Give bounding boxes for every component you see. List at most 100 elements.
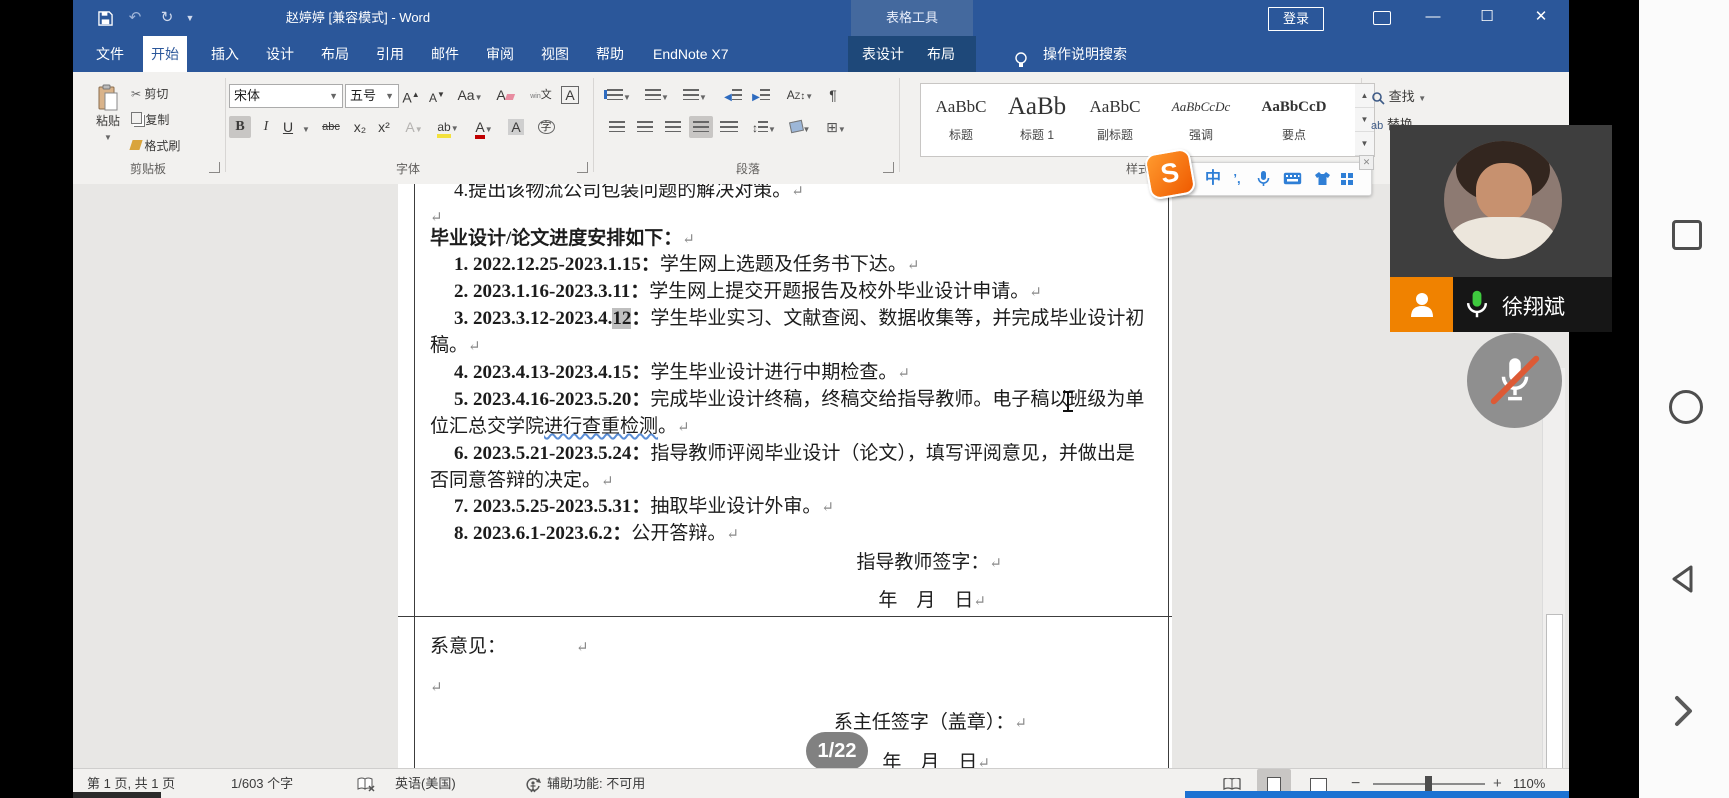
style-item-title[interactable]: AaBbC 标题 <box>929 88 993 150</box>
paragraph-dialog-launcher[interactable] <box>883 162 894 173</box>
tab-mailings[interactable]: 邮件 <box>423 36 467 72</box>
text-cursor-ibeam <box>1062 390 1074 414</box>
proofing-icon[interactable] <box>357 769 375 798</box>
style-item-heading1[interactable]: AaBb 标题 1 <box>999 88 1075 150</box>
ime-toolbox-grid-icon[interactable] <box>1341 173 1346 178</box>
clipboard-dialog-launcher[interactable] <box>209 162 220 173</box>
phonetic-guide-button[interactable]: win文 <box>529 84 553 106</box>
bold-button[interactable]: B <box>229 116 251 138</box>
tab-help[interactable]: 帮助 <box>588 36 632 72</box>
tab-table-design[interactable]: 表设计 <box>854 36 912 72</box>
tab-table-layout[interactable]: 布局 <box>919 36 963 72</box>
tab-design[interactable]: 设计 <box>258 36 302 72</box>
doc-line-4: 4. 2023.4.13-2023.4.15：学生毕业设计进行中期检查。↵ <box>454 362 910 383</box>
tab-review[interactable]: 审阅 <box>478 36 522 72</box>
nav-recents-icon[interactable] <box>1672 220 1702 250</box>
vertical-scrollbar[interactable] <box>1542 368 1565 768</box>
subscript-button[interactable]: x₂ <box>349 116 371 138</box>
participant-name: 徐翔斌 <box>1502 296 1565 319</box>
superscript-button[interactable]: x² <box>373 116 395 138</box>
login-button[interactable]: 登录 <box>1268 7 1324 31</box>
tab-references[interactable]: 引用 <box>368 36 412 72</box>
line-spacing-button[interactable]: ↕ ▼ <box>749 116 779 138</box>
document-page[interactable]: 4.提出该物流公司包装问题的解决对策。↵ ↵ 毕业设计/论文进度安排如下：↵ 1… <box>398 184 1172 768</box>
text-effects-button[interactable]: A▼ <box>403 116 425 138</box>
save-icon[interactable] <box>93 0 117 36</box>
mic-icon[interactable] <box>1251 163 1275 195</box>
borders-button[interactable]: ⊞▼ <box>821 116 851 138</box>
enclose-characters-button[interactable]: 字 <box>533 116 559 138</box>
sogou-logo-icon[interactable]: S <box>1143 147 1197 201</box>
ime-toolbar[interactable]: S 中 ’, ✕ <box>1143 147 1374 201</box>
ime-collapse-icon[interactable]: ✕ <box>1359 155 1374 170</box>
gallery-expand-icon[interactable]: ▼ <box>1355 132 1374 156</box>
change-case-button[interactable]: Aa▼ <box>455 84 485 106</box>
maximize-button[interactable]: ☐ <box>1467 0 1507 36</box>
align-left-button[interactable] <box>605 116 629 138</box>
shading-button[interactable]: ▼ <box>785 116 815 138</box>
undo-icon[interactable]: ↶ <box>121 0 149 36</box>
underline-caret-icon[interactable]: ▼ <box>299 116 313 138</box>
zoom-slider-thumb[interactable] <box>1425 776 1432 792</box>
decrease-indent-button[interactable]: ◀ <box>721 84 745 106</box>
italic-button[interactable]: I <box>257 116 275 138</box>
show-marks-button[interactable]: ¶ <box>823 84 843 106</box>
skin-shirt-icon[interactable] <box>1309 163 1335 195</box>
tab-view[interactable]: 视图 <box>533 36 577 72</box>
style-item-keypoint[interactable]: AaBbCcD 要点 <box>1251 88 1337 150</box>
scrollbar-thumb[interactable] <box>1546 614 1563 768</box>
tab-layout[interactable]: 布局 <box>313 36 357 72</box>
align-center-button[interactable] <box>633 116 657 138</box>
character-border-button[interactable]: A <box>559 84 581 106</box>
find-button[interactable]: 查找 ▼ <box>1371 86 1426 105</box>
video-call-panel[interactable]: 徐翔斌 <box>1390 125 1612 332</box>
style-item-subtitle[interactable]: AaBbC 副标题 <box>1081 88 1149 150</box>
font-color-button[interactable]: A▼ <box>471 116 497 139</box>
font-size-combo[interactable]: 五号 ▼ <box>345 84 399 108</box>
accessibility-status[interactable]: 辅助功能: 不可用 <box>547 769 645 798</box>
word-window: ↶ ↻ ▼ 赵婷婷 [兼容模式] - Word 表格工具 登录 — ☐ ✕ 文件… <box>73 0 1569 798</box>
language-status[interactable]: 英语(美国) <box>395 769 456 798</box>
keyboard-icon[interactable] <box>1279 163 1305 195</box>
nav-back-icon[interactable] <box>1666 562 1700 596</box>
ribbon-display-options-icon[interactable] <box>1373 11 1391 25</box>
clear-formatting-button[interactable]: A <box>493 84 517 106</box>
word-count-status[interactable]: 1/603 个字 <box>231 769 293 798</box>
nav-home-icon[interactable] <box>1669 390 1703 424</box>
redo-icon[interactable]: ↻ <box>153 0 181 36</box>
increase-indent-button[interactable]: ▶ <box>749 84 773 106</box>
shrink-font-button[interactable]: A▼ <box>425 84 449 106</box>
tab-file[interactable]: 文件 <box>88 36 132 72</box>
ime-mode-chinese[interactable]: 中 <box>1201 163 1225 195</box>
tab-home[interactable]: 开始 <box>143 36 187 72</box>
strikethrough-button[interactable]: abc <box>317 116 345 138</box>
tab-endnote[interactable]: EndNote X7 <box>645 36 737 72</box>
font-name-combo[interactable]: 宋体 ▼ <box>229 84 343 108</box>
sort-button[interactable]: AZ↕▼ <box>783 84 817 106</box>
multilevel-list-button[interactable]: ▼ <box>681 84 709 106</box>
collapse-panel-chevron-icon[interactable] <box>1670 692 1696 730</box>
paragraph-group-label: 段落 <box>735 162 760 176</box>
align-right-button[interactable] <box>661 116 685 138</box>
minimize-button[interactable]: — <box>1413 0 1453 36</box>
mute-microphone-button[interactable] <box>1467 333 1562 428</box>
highlight-color-button[interactable]: ab▼ <box>435 116 461 138</box>
grow-font-button[interactable]: A▲ <box>399 84 423 106</box>
bullets-button[interactable]: ▼ <box>605 84 633 106</box>
character-shading-button[interactable]: A <box>505 116 527 138</box>
style-item-emphasis[interactable]: AaBbCcDc 强调 <box>1157 88 1245 150</box>
underline-button[interactable]: U <box>279 116 297 138</box>
ime-punctuation[interactable]: ’, <box>1227 163 1247 195</box>
numbering-button[interactable]: ▼ <box>643 84 671 106</box>
format-painter-button[interactable]: 格式刷 <box>129 137 180 154</box>
lightbulb-icon <box>1011 36 1031 72</box>
tab-insert[interactable]: 插入 <box>203 36 247 72</box>
copy-button[interactable]: 复制 <box>131 111 169 128</box>
close-button[interactable]: ✕ <box>1521 0 1561 36</box>
justify-button[interactable] <box>689 116 713 138</box>
font-dialog-launcher[interactable] <box>577 162 588 173</box>
tell-me-search[interactable]: 操作说明搜索 <box>1035 36 1135 72</box>
distribute-button[interactable] <box>717 116 741 138</box>
cut-button[interactable]: ✂ 剪切 <box>131 85 168 102</box>
paste-button[interactable]: 粘贴 ▼ <box>87 84 129 143</box>
